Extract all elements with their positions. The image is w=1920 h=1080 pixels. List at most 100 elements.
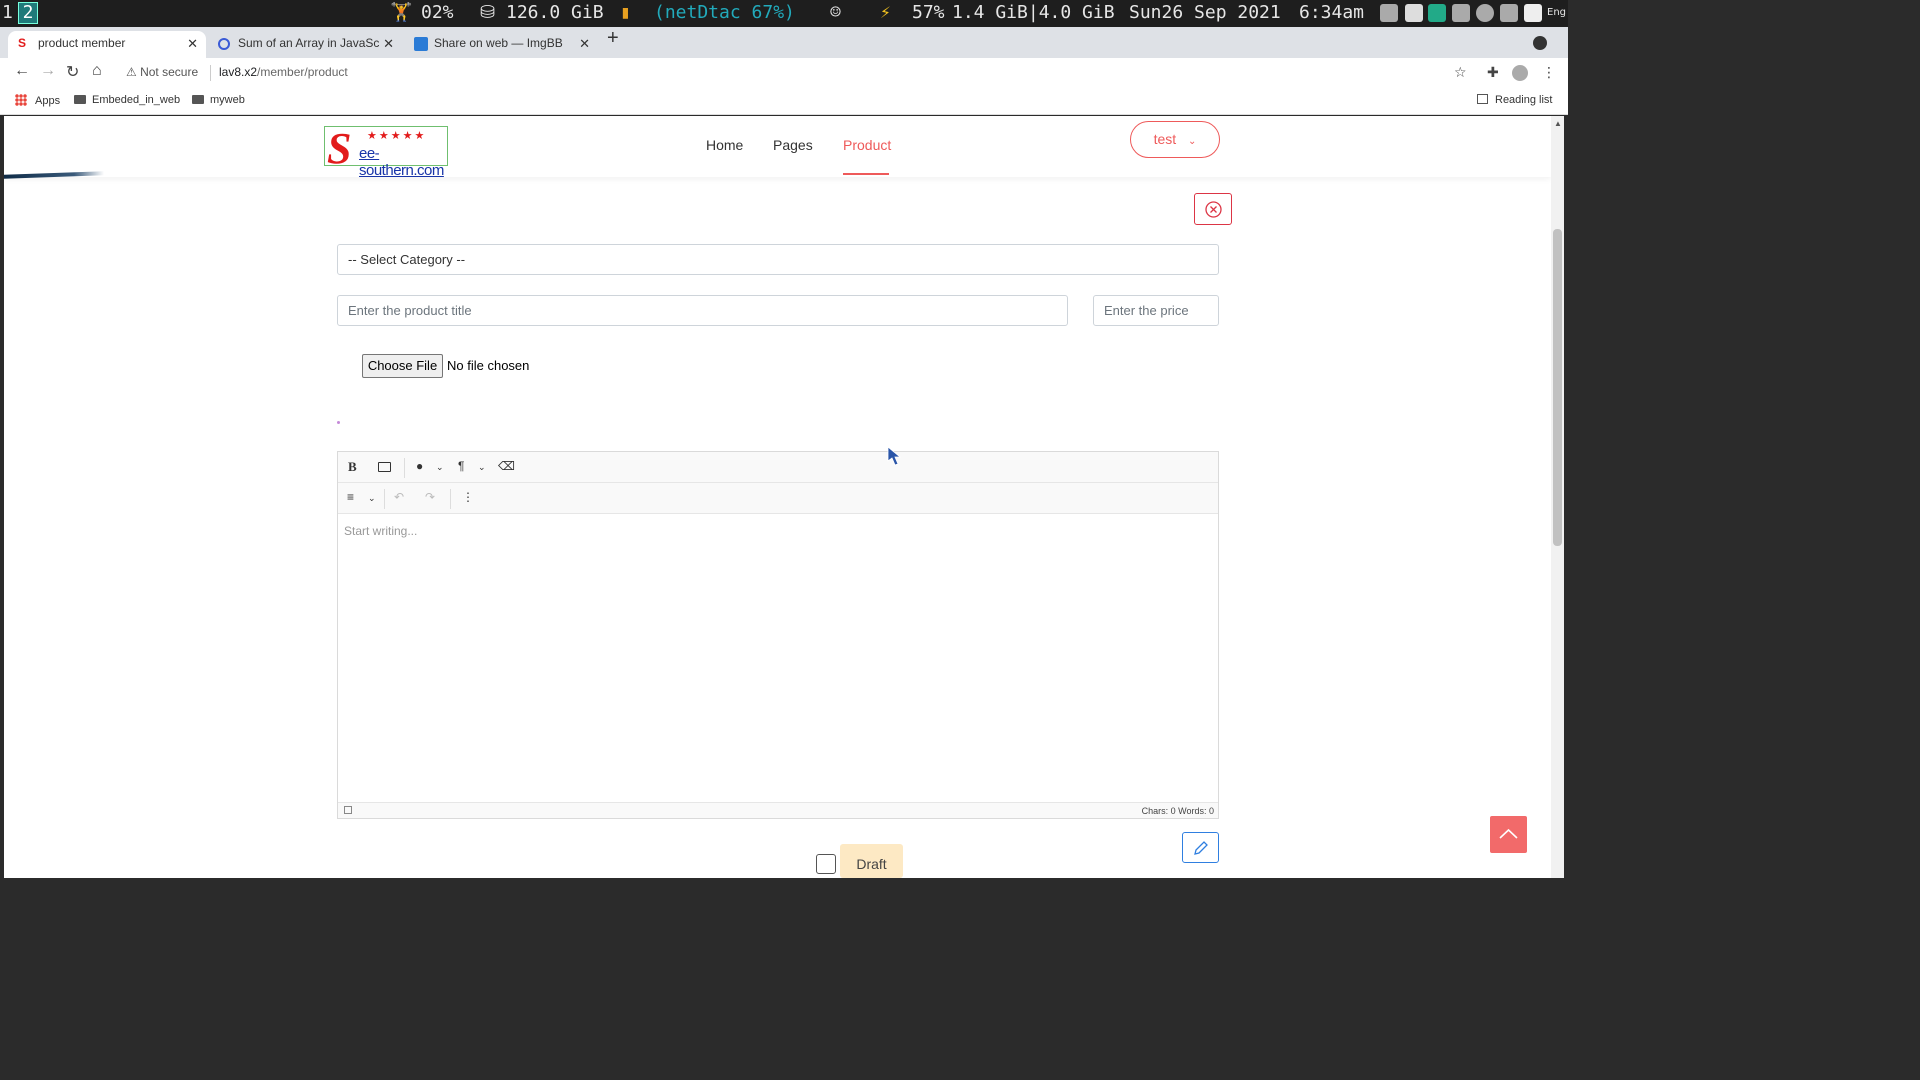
logo-letter: S [327,124,352,173]
not-secure-warning[interactable]: ⚠ Not secure [126,65,198,79]
user-name: test [1153,131,1177,147]
folder-icon [74,95,86,104]
signal-tray-icon[interactable] [1452,4,1470,22]
wifi-status: (netDtac 67%) [654,2,795,23]
web-page: ★★★★★ S ee-southern.com Home Pages Produ… [4,116,1551,878]
folder-icon [192,95,204,104]
battery-level: 57% [912,2,945,23]
close-form-button[interactable] [1194,193,1232,225]
tab-search-icon[interactable] [1533,36,1547,50]
workspace-2[interactable]: 2 [18,2,38,24]
cpu-icon: 🏋 [390,2,413,23]
bold-icon[interactable]: B [348,459,357,475]
volume-tray-icon[interactable] [1476,4,1494,22]
bookmark-embeded-in-web[interactable]: Embeded_in_web [74,94,180,106]
reading-list[interactable]: Reading list [1477,94,1552,106]
draft-label: Draft [840,844,903,878]
extensions-puzzle-icon[interactable]: ✚ [1487,64,1499,81]
resize-handle-icon[interactable] [344,806,352,814]
draft-checkbox[interactable] [816,854,836,874]
price-input[interactable]: Enter the price [1093,295,1219,326]
forward-arrow-icon[interactable]: → [40,62,56,80]
more-options-icon[interactable]: ⋮ [462,490,474,504]
user-icon: ☺ [830,2,841,23]
site-header: ★★★★★ S ee-southern.com Home Pages Produ… [4,116,1551,179]
close-tab-icon[interactable]: ✕ [579,31,590,56]
disk-free: 126.0 GiB [506,2,604,23]
bookmark-star-icon[interactable]: ☆ [1454,64,1467,81]
reload-icon[interactable]: ↻ [66,62,79,82]
browser-menu-icon[interactable]: ⋮ [1542,64,1556,81]
color-drop-icon[interactable]: ● [416,459,423,473]
tab-sum-of-array[interactable]: Sum of an Array in JavaScript ✕ [208,31,402,58]
browser-tab-strip: S product member ✕ Sum of an Array in Ja… [0,27,1568,58]
product-title-input[interactable]: Enter the product title [337,295,1068,326]
nav-pages[interactable]: Pages [773,137,813,153]
chevron-down-icon[interactable]: ⌄ [478,462,486,473]
editor-content-area[interactable]: Start writing... [338,515,1218,802]
chevron-up-icon [1499,828,1518,839]
file-status: No file chosen [447,358,530,373]
address-field[interactable]: lav8.x2/member/product [219,65,348,79]
url-host: lav8.x2 [219,65,258,79]
globe-favicon-icon [218,38,230,50]
eraser-icon[interactable]: ⌫ [498,459,515,473]
keyboard-layout[interactable]: Eng [1547,7,1566,18]
scrollbar-thumb[interactable] [1553,229,1562,546]
tab-title: Sum of an Array in JavaScript [238,36,380,50]
tab-title: Share on web — ImgBB [434,36,563,50]
bookmark-apps[interactable]: Apps [15,94,60,107]
bookmark-myweb[interactable]: myweb [192,94,245,106]
disk-icon: ⛁ [480,2,496,23]
user-menu-button[interactable]: test ⌄ [1130,121,1220,158]
choose-file-button[interactable]: Choose File [362,354,443,378]
editor-placeholder: Start writing... [344,524,418,538]
page-scrollbar[interactable]: ▲ [1551,116,1564,878]
toolbar-separator [450,489,451,509]
imgbb-favicon-icon [414,37,428,51]
battery-icon: ⚡ [880,2,891,23]
wifi-signal-icon: ▮ [620,2,631,23]
redo-icon[interactable]: ↷ [425,490,435,504]
paragraph-icon[interactable]: ¶ [458,459,464,473]
close-tab-icon[interactable]: ✕ [187,31,198,56]
scroll-up-arrow-icon[interactable]: ▲ [1554,119,1562,128]
scroll-to-top-button[interactable] [1490,816,1527,853]
edit-button[interactable] [1182,832,1219,863]
image-preview-placeholder [337,421,340,424]
bookmarks-bar: Apps Embeded_in_web myweb Reading list [0,88,1568,115]
site-logo[interactable]: ★★★★★ S ee-southern.com [324,124,448,179]
monitor-tray-icon[interactable] [1428,4,1446,22]
browser-toolbar: ← → ↻ ⌂ ⚠ Not secure lav8.x2/member/prod… [0,58,1568,88]
site-favicon-icon: S [18,36,27,50]
tab-imgbb[interactable]: Share on web — ImgBB ✕ [404,31,598,58]
nav-home[interactable]: Home [706,137,743,153]
cpu-usage: 02% [421,2,454,23]
editor-toolbar-row-1: B ● ⌄ ¶ ⌄ ⌫ [338,452,1218,483]
network-tray-icon[interactable] [1380,4,1398,22]
category-select[interactable]: -- Select Category -- [337,244,1219,275]
toolbar-separator [404,458,405,478]
align-icon[interactable]: ≡ [347,490,354,504]
close-tab-icon[interactable]: ✕ [383,31,394,56]
close-circle-icon [1205,201,1222,218]
home-icon[interactable]: ⌂ [92,62,102,80]
back-arrow-icon[interactable]: ← [14,62,30,80]
workspace-1[interactable]: 1 [2,2,13,23]
clipboard-tray-icon[interactable] [1405,4,1423,22]
header-decoration [4,171,104,179]
editor-statusbar: Chars: 0 Words: 0 [338,802,1218,818]
chevron-down-icon[interactable]: ⌄ [368,493,376,504]
tab-product-member[interactable]: S product member ✕ [8,31,206,58]
power-tray-icon[interactable] [1524,4,1542,22]
image-icon[interactable] [378,462,391,472]
shield-tray-icon[interactable] [1500,4,1518,22]
profile-avatar-icon[interactable] [1512,65,1528,81]
editor-word-count: Chars: 0 Words: 0 [1141,806,1214,816]
nav-product[interactable]: Product [843,137,891,153]
undo-icon[interactable]: ↶ [394,490,404,504]
toolbar-separator [384,489,385,509]
chevron-down-icon[interactable]: ⌄ [436,462,444,473]
new-tab-button[interactable]: + [607,27,619,50]
chevron-down-icon: ⌄ [1188,136,1197,147]
